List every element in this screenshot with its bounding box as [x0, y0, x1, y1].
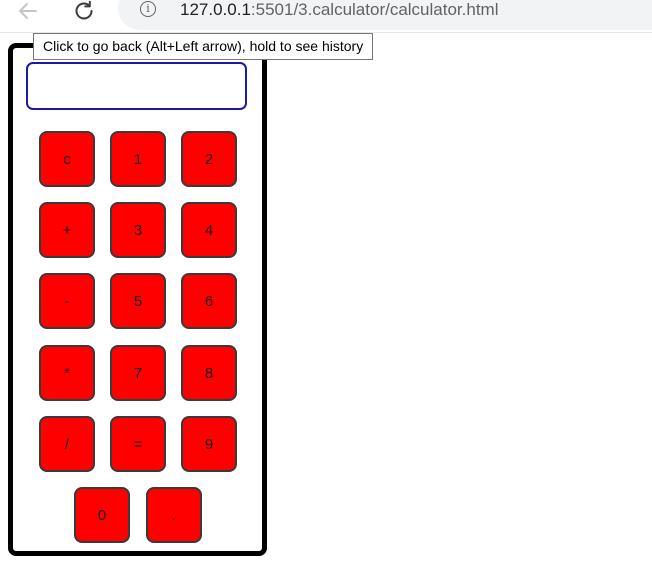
- decimal-point-button[interactable]: .: [146, 487, 202, 543]
- plus-button[interactable]: +: [39, 202, 95, 258]
- url-host: 127.0.0.1: [180, 0, 251, 19]
- digit-9-button[interactable]: 9: [181, 416, 237, 472]
- multiply-button[interactable]: *: [39, 345, 95, 401]
- digit-6-button[interactable]: 6: [181, 273, 237, 329]
- digit-4-button[interactable]: 4: [181, 202, 237, 258]
- url-text[interactable]: 127.0.0.1:5501/3.calculator/calculator.h…: [180, 0, 499, 20]
- equals-button[interactable]: =: [110, 416, 166, 472]
- minus-button[interactable]: -: [39, 273, 95, 329]
- reload-icon: [75, 0, 93, 20]
- back-arrow-icon: [19, 3, 37, 19]
- divide-button[interactable]: /: [39, 416, 95, 472]
- clear-button[interactable]: c: [39, 131, 95, 187]
- back-button-tooltip: Click to go back (Alt+Left arrow), hold …: [33, 33, 374, 60]
- digit-1-button[interactable]: 1: [110, 131, 166, 187]
- digit-3-button[interactable]: 3: [110, 202, 166, 258]
- info-icon[interactable]: i: [140, 1, 156, 17]
- digit-2-button[interactable]: 2: [181, 131, 237, 187]
- digit-7-button[interactable]: 7: [110, 345, 166, 401]
- url-path: :5501/3.calculator/calculator.html: [250, 0, 499, 19]
- browser-toolbar: i 127.0.0.1:5501/3.calculator/calculator…: [0, 0, 652, 33]
- digit-5-button[interactable]: 5: [110, 273, 166, 329]
- calculator-display[interactable]: [26, 62, 247, 110]
- back-button[interactable]: [14, 0, 42, 22]
- digit-0-button[interactable]: 0: [74, 487, 130, 543]
- digit-8-button[interactable]: 8: [181, 345, 237, 401]
- reload-button[interactable]: [70, 0, 98, 22]
